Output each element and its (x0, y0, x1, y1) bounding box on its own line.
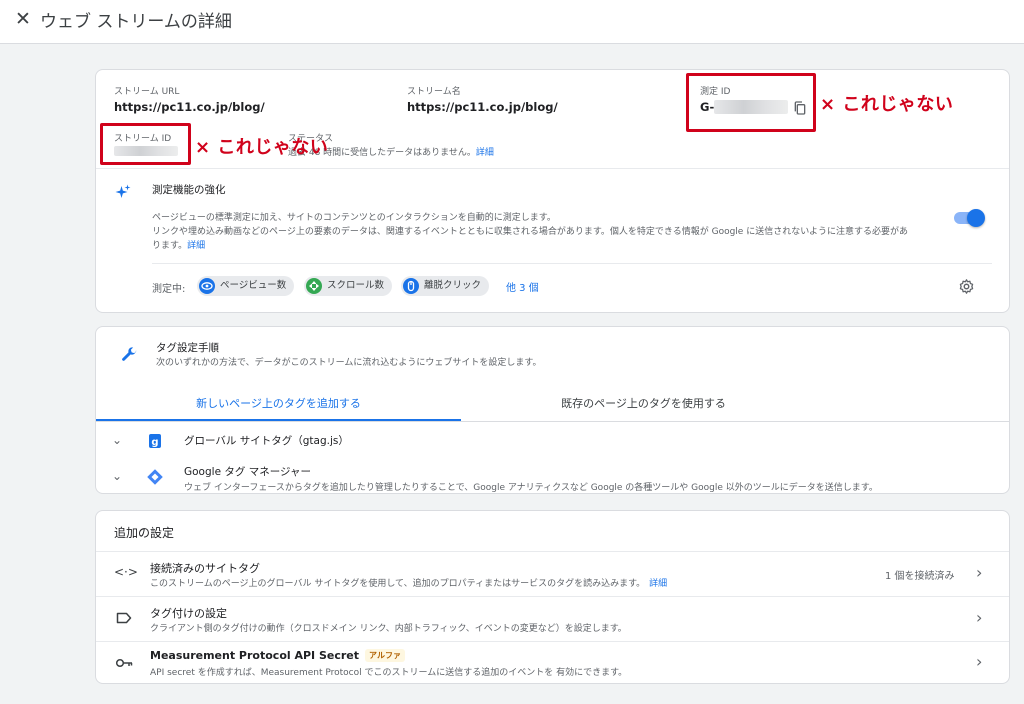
tab-use-existing-tag[interactable]: 既存のページ上のタグを使用する (461, 395, 826, 411)
row-desc: このストリームのページ上のグローバル サイトタグを使用して、追加のプロパティまた… (150, 576, 667, 589)
enhanced-details-link[interactable]: 詳細 (187, 241, 205, 251)
code-icon: <·> (114, 565, 138, 579)
close-icon[interactable]: ✕ (12, 8, 34, 30)
tagging-desc: 次のいずれかの方法で、データがこのストリームに流れ込むようにウェブサイトを設定し… (156, 358, 542, 368)
alpha-badge: アルファ (365, 649, 405, 662)
chevron-down-icon[interactable]: ⌄ (112, 469, 122, 483)
divider (96, 421, 1009, 422)
row-tagging-settings[interactable]: タグ付けの設定 クライアント側のタグ付けの動作（クロスドメイン リンク、内部トラ… (96, 597, 1009, 641)
stream-url-value: https://pc11.co.jp/blog/ (114, 100, 265, 114)
row-title: Measurement Protocol API Secret アルファ (150, 649, 405, 662)
connected-count-status: 1 個を接続済み (885, 571, 955, 582)
row-title: タグ付けの設定 (150, 607, 227, 620)
tag-manager-icon (147, 469, 163, 485)
tagging-card: タグ設定手順 次のいずれかの方法で、データがこのストリームに流れ込むようにウェブ… (95, 326, 1010, 494)
divider (152, 263, 992, 264)
enhanced-desc-line3: ります。詳細 (152, 238, 205, 251)
row-details-link[interactable]: 詳細 (649, 579, 667, 589)
annotation-text-2: × これじゃない (195, 137, 329, 158)
enhanced-desc-tail: ります。 (152, 241, 188, 251)
measuring-label: 測定中: (152, 284, 186, 295)
enhanced-measurement-title: 測定機能の強化 (152, 184, 226, 196)
chip-label: スクロール数 (327, 280, 385, 291)
key-icon (115, 658, 133, 668)
chip-label: ページビュー数 (220, 280, 287, 291)
additional-settings-title: 追加の設定 (114, 526, 175, 540)
sparkle-icon (115, 184, 131, 198)
chip-page-views[interactable]: ページビュー数 (197, 276, 295, 296)
more-measurements-link[interactable]: 他 3 個 (506, 279, 539, 294)
tab-add-new-tag[interactable]: 新しいページ上のタグを追加する (96, 395, 461, 411)
option-gtm-desc: ウェブ インターフェースからタグを追加したり管理したりすることで、Google … (184, 483, 878, 493)
enhanced-desc-line2: リンクや埋め込み動画などのページ上の要素のデータは、関連するイベントとともに収集… (152, 227, 909, 237)
option-gtag-title[interactable]: グローバル サイトタグ（gtag.js） (184, 433, 349, 448)
more-link-text[interactable]: 他 3 個 (506, 283, 539, 294)
chip-label: 離脱クリック (424, 280, 482, 291)
annotation-box-measurement-id (686, 73, 816, 132)
stream-url-label: ストリーム URL (114, 87, 180, 97)
enhanced-measurement-toggle[interactable] (954, 209, 985, 227)
toggle-knob[interactable] (967, 209, 985, 227)
annotation-text-1: × これじゃない (820, 94, 954, 115)
row-desc-text: このストリームのページ上のグローバル サイトタグを使用して、追加のプロパティまた… (150, 579, 646, 589)
svg-text:g: g (151, 437, 158, 448)
row-measurement-protocol[interactable]: Measurement Protocol API Secret アルファ API … (96, 642, 1009, 684)
click-icon (403, 278, 419, 294)
top-bar: ✕ ウェブ ストリームの詳細 (0, 0, 1024, 44)
row-connected-site-tags[interactable]: <·> 接続済みのサイトタグ このストリームのページ上のグローバル サイトタグを… (96, 552, 1009, 596)
chip-outbound-clicks[interactable]: 離脱クリック (401, 276, 490, 296)
settings-gear-icon[interactable] (958, 278, 975, 295)
row-desc: クライアント側のタグ付けの動作（クロスドメイン リンク、内部トラフィック、イベン… (150, 624, 627, 634)
row-title: 接続済みのサイトタグ (150, 562, 260, 575)
annotation-box-stream-id (100, 123, 191, 165)
row-title-text: Measurement Protocol API Secret (150, 649, 360, 662)
stream-name-label: ストリーム名 (407, 87, 461, 97)
divider (96, 168, 1009, 169)
scroll-icon (306, 278, 322, 294)
chip-scrolls[interactable]: スクロール数 (304, 276, 393, 296)
chevron-right-icon[interactable]: › (976, 652, 982, 671)
tagging-title: タグ設定手順 (156, 342, 219, 354)
chevron-right-icon[interactable]: › (976, 608, 982, 627)
gtag-icon: g (149, 434, 161, 448)
row-desc: API secret を作成すれば、Measurement Protocol で… (150, 668, 628, 678)
page-title: ウェブ ストリームの詳細 (40, 12, 232, 32)
option-gtm-title[interactable]: Google タグ マネージャー (184, 464, 311, 479)
eye-icon (199, 278, 215, 294)
label-icon (116, 612, 132, 624)
chevron-right-icon[interactable]: › (976, 563, 982, 582)
wrench-icon (122, 347, 137, 361)
chevron-down-icon[interactable]: ⌄ (112, 433, 122, 447)
stream-name-value: https://pc11.co.jp/blog/ (407, 100, 558, 114)
enhanced-desc-line1: ページビューの標準測定に加え、サイトのコンテンツとのインタラクションを自動的に測… (152, 213, 556, 223)
additional-settings-card: 追加の設定 <·> 接続済みのサイトタグ このストリームのページ上のグローバル … (95, 510, 1010, 684)
status-details-link[interactable]: 詳細 (476, 148, 494, 158)
